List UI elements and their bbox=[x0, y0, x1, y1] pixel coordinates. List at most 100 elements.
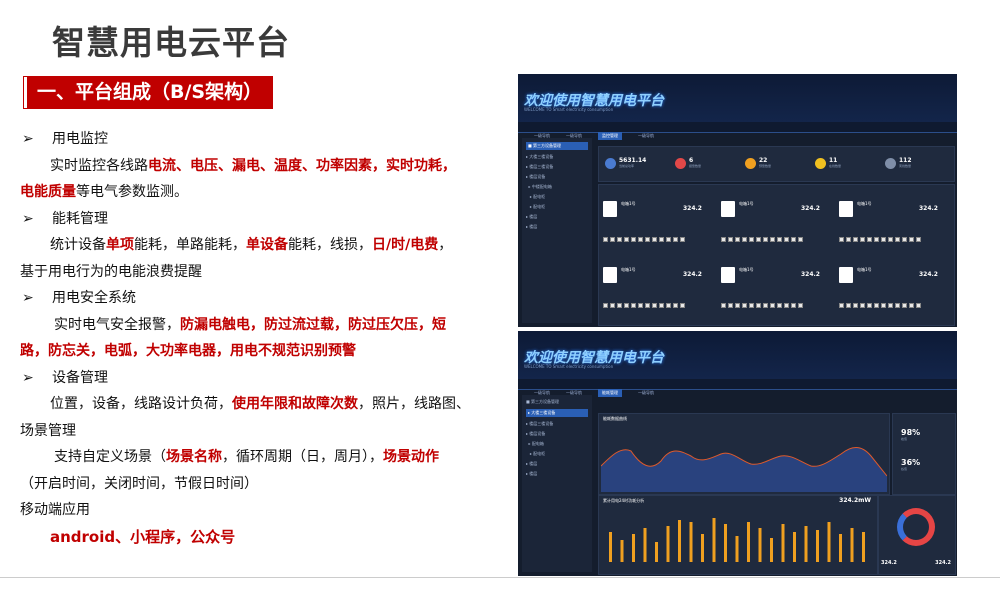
sidebar-item: ▸ 楼层 bbox=[526, 214, 538, 219]
highlight-text: 日/时/电费 bbox=[372, 237, 439, 253]
sidebar-item: ▸ 楼层设备 bbox=[526, 431, 546, 436]
text-line: android、小程序，公众号 bbox=[20, 524, 500, 552]
switch-icon bbox=[680, 303, 685, 308]
switch-icon bbox=[749, 303, 754, 308]
sidebar-item: ▸ 楼层 bbox=[526, 471, 538, 476]
switch-row bbox=[603, 227, 687, 242]
switch-icon bbox=[902, 303, 907, 308]
device-image bbox=[839, 267, 853, 283]
card-title: 电箱1号 bbox=[739, 267, 754, 272]
switch-icon bbox=[791, 237, 796, 242]
bar bbox=[712, 518, 716, 562]
body-text: 移动端应用 bbox=[20, 502, 90, 518]
switch-icon bbox=[902, 237, 907, 242]
energy-screenshot: 欢迎使用智慧用电平台 WELCOME TO Smart electricity … bbox=[518, 331, 957, 576]
switch-icon bbox=[742, 237, 747, 242]
text-line: ➢ 用电监控 bbox=[22, 126, 500, 153]
switch-row bbox=[721, 293, 805, 308]
bar bbox=[701, 534, 704, 562]
highlight-text: 单项 bbox=[106, 237, 134, 253]
body-text: （开启时间，关闭时间，节假日时间） bbox=[20, 475, 258, 492]
switch-icon bbox=[652, 237, 657, 242]
stats-panel: 5631.14 当前总功率 6 报警数量 22 预警数量 11 在线数量 112 离线数量 bbox=[598, 146, 955, 182]
percent-panel: 98% 峰值 36% 谷值 bbox=[892, 413, 956, 495]
switch-icon bbox=[916, 303, 921, 308]
card-value: 324.2 bbox=[683, 205, 702, 212]
device-image bbox=[603, 201, 617, 217]
screenshot-nav: 一级导航 一级导航 能耗管理 一级导航 bbox=[518, 379, 957, 397]
sidebar-item: ▸ 大楼三楼设备 bbox=[526, 409, 588, 417]
cards-panel: 电箱1号 324.2 电箱1号 324.2 电箱1号 324.2 电箱1号 324.2 电箱1号… bbox=[598, 184, 955, 326]
switch-icon bbox=[916, 237, 921, 242]
screenshot-header: 欢迎使用智慧用电平台 WELCOME TO Smart electricity … bbox=[518, 74, 957, 122]
card-value: 324.2 bbox=[683, 271, 702, 278]
bar-chart-panel: 累计用电24时功耗分析 324.2mW bbox=[598, 495, 878, 575]
switch-icon bbox=[798, 237, 803, 242]
bar-chart-title: 累计用电24时功耗分析 bbox=[603, 498, 645, 503]
bar-chart-value: 324.2mW bbox=[839, 497, 871, 504]
sidebar-item: ▸ 中楼配电箱 bbox=[526, 184, 552, 189]
text-line: ➢ 能耗管理 bbox=[22, 206, 500, 233]
switch-icon bbox=[895, 237, 900, 242]
switch-icon bbox=[638, 237, 643, 242]
card-value: 324.2 bbox=[801, 271, 820, 278]
switch-icon bbox=[756, 303, 761, 308]
switch-icon bbox=[756, 237, 761, 242]
peak-percent: 98% 峰值 bbox=[901, 428, 921, 441]
screenshot-sidebar: ■ 第三方设备管理 ▸ 大楼三楼设备 ▸ 楼层三楼设备 ▸ 楼层设备 ▸ 中楼配… bbox=[522, 138, 592, 323]
body-text: 能耗，线损， bbox=[288, 237, 372, 253]
stat-value: 6 报警数量 bbox=[689, 157, 702, 168]
switch-icon bbox=[839, 237, 844, 242]
donut-panel: 324.2 324.2 bbox=[878, 495, 956, 575]
switch-icon bbox=[735, 237, 740, 242]
bar bbox=[678, 520, 681, 562]
divider bbox=[0, 577, 1000, 578]
text-line: （开启时间，关闭时间，节假日时间） bbox=[20, 471, 500, 498]
bar bbox=[609, 532, 612, 562]
bar bbox=[735, 536, 739, 562]
switch-icon bbox=[728, 303, 733, 308]
switch-icon bbox=[881, 303, 886, 308]
text-line: 移动端应用 bbox=[20, 497, 500, 524]
welcome-subtitle: WELCOME TO Smart electricity consumption bbox=[524, 364, 614, 369]
switch-icon bbox=[721, 237, 726, 242]
highlight-text: 电流、电压、漏电、温度、功率因素，实时功耗， bbox=[148, 157, 456, 174]
text-line: 支持自定义场景（场景名称，循环周期（日，周月），场景动作 bbox=[20, 444, 500, 471]
nav-tab[interactable]: 一级导航 bbox=[638, 133, 654, 139]
body-text: 用电监控 bbox=[52, 131, 108, 147]
switch-icon bbox=[680, 237, 685, 242]
switch-row bbox=[839, 227, 923, 242]
switch-icon bbox=[631, 237, 636, 242]
switch-row bbox=[721, 227, 805, 242]
switch-icon bbox=[846, 237, 851, 242]
bar bbox=[850, 528, 854, 562]
nav-tab[interactable]: 能耗管理 bbox=[598, 389, 622, 397]
text-line: 场景管理 bbox=[20, 418, 500, 445]
switch-icon bbox=[763, 303, 768, 308]
highlight-text: 使用年限和故障次数 bbox=[232, 396, 358, 412]
bar bbox=[827, 522, 831, 562]
switch-icon bbox=[728, 237, 733, 242]
body-text: 场景管理 bbox=[20, 422, 76, 439]
sidebar-item: ▸ 楼层 bbox=[526, 461, 538, 466]
stat-icon bbox=[815, 158, 826, 169]
text-line: ➢ 设备管理 bbox=[22, 365, 500, 392]
sidebar-item: ▸ 配电柜 bbox=[526, 204, 546, 209]
device-image bbox=[721, 267, 735, 283]
nav-tab[interactable]: 监控管理 bbox=[598, 132, 622, 140]
switch-icon bbox=[881, 237, 886, 242]
sidebar-item: ▸ 楼层设备 bbox=[526, 174, 546, 179]
screenshot-sidebar: ■ 第三方设备管理 ▸ 大楼三楼设备 ▸ 楼层三楼设备 ▸ 楼层设备 ▸ 配电箱… bbox=[522, 395, 592, 572]
card-value: 324.2 bbox=[919, 205, 938, 212]
nav-tab[interactable]: 一级导航 bbox=[638, 390, 654, 396]
device-image bbox=[603, 267, 617, 283]
bar bbox=[781, 524, 785, 562]
line-chart bbox=[601, 447, 887, 492]
text-line: 实时电气安全报警，防漏电触电，防过流过载，防过压欠压，短 bbox=[20, 312, 500, 339]
screenshot-nav: 一级导航 一级导航 监控管理 一级导航 bbox=[518, 122, 957, 140]
switch-icon bbox=[603, 237, 608, 242]
text-line: 统计设备单项能耗，单路能耗，单设备能耗，线损，日/时/电费， bbox=[20, 232, 500, 259]
switch-row bbox=[603, 293, 687, 308]
device-image bbox=[839, 201, 853, 217]
body-text: 支持自定义场景（ bbox=[54, 449, 166, 465]
